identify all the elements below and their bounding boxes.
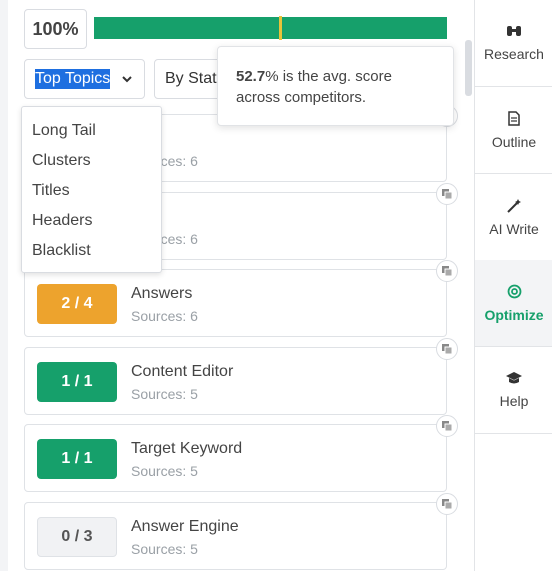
copy-button[interactable] xyxy=(436,338,458,360)
menu-item-long-tail[interactable]: Long Tail xyxy=(22,116,161,146)
target-icon xyxy=(507,284,521,298)
topic-card[interactable]: 1 / 1 Target Keyword Sources: 5 xyxy=(24,415,458,492)
copy-button[interactable] xyxy=(436,260,458,282)
topic-sources: Sources: 5 xyxy=(131,386,198,402)
sidebar-item-ai-write[interactable]: AI Write xyxy=(475,174,552,261)
topic-card[interactable]: 0 / 3 Answer Engine Sources: 5 xyxy=(24,493,458,570)
menu-item-blacklist[interactable]: Blacklist xyxy=(22,236,161,266)
menu-item-clusters[interactable]: Clusters xyxy=(22,146,161,176)
topic-sources: Sources: 6 xyxy=(131,308,198,324)
editor-panel: 100% Top Topics By Status c Sources: 6 r… xyxy=(0,0,474,571)
copy-icon xyxy=(442,344,453,355)
score-badge: 2 / 4 xyxy=(37,284,117,324)
topic-card[interactable]: 2 / 4 Answers Sources: 6 xyxy=(24,260,458,337)
topic-title: Answer Engine xyxy=(131,518,239,535)
competitor-avg-marker[interactable] xyxy=(278,16,282,40)
topic-title: Content Editor xyxy=(131,363,234,380)
tooltip-value: 52.7 xyxy=(236,68,266,85)
score-display: 100% xyxy=(24,9,87,49)
menu-item-headers[interactable]: Headers xyxy=(22,206,161,236)
panel-gutter xyxy=(0,0,8,571)
sidebar-item-optimize[interactable]: Optimize xyxy=(475,260,552,347)
sidebar-item-help[interactable]: Help xyxy=(475,347,552,434)
copy-button[interactable] xyxy=(436,183,458,205)
score-badge: 1 / 1 xyxy=(37,439,117,479)
chevron-down-icon xyxy=(122,76,132,83)
copy-icon xyxy=(442,499,453,510)
sidebar-item-label: Optimize xyxy=(484,306,544,323)
topic-sources: Sources: 5 xyxy=(131,541,198,557)
competitor-avg-tooltip: 52.7% is the avg. score across competito… xyxy=(217,46,454,126)
score-badge: 0 / 3 xyxy=(37,517,117,557)
topic-card[interactable]: 1 / 1 Content Editor Sources: 5 xyxy=(24,338,458,415)
sidebar-item-label: Help xyxy=(499,393,529,409)
topics-filter-dropdown[interactable]: Top Topics xyxy=(24,59,145,99)
topics-filter-value: Top Topics xyxy=(35,69,111,89)
copy-icon xyxy=(442,421,453,432)
copy-button[interactable] xyxy=(436,493,458,515)
copy-icon xyxy=(442,266,453,277)
score-badge: 1 / 1 xyxy=(37,362,117,402)
sidebar-item-label: Outline xyxy=(491,133,537,150)
copy-button[interactable] xyxy=(436,415,458,437)
binoculars-icon xyxy=(507,26,521,36)
document-icon xyxy=(508,110,520,126)
copy-icon xyxy=(442,189,453,200)
menu-item-titles[interactable]: Titles xyxy=(22,176,161,206)
sidebar-item-outline[interactable]: Outline xyxy=(475,87,552,174)
topic-sources: Sources: 5 xyxy=(131,463,198,479)
sidebar-item-research[interactable]: Research xyxy=(475,0,552,87)
sidebar-item-label: AI Write xyxy=(489,220,539,237)
topic-title: Target Keyword xyxy=(131,440,243,457)
topics-dropdown-menu: Long Tail Clusters Titles Headers Blackl… xyxy=(21,106,162,273)
magic-wand-icon xyxy=(507,198,521,213)
sidebar-item-label: Research xyxy=(484,46,544,62)
scrollbar[interactable] xyxy=(465,40,472,96)
score-progress-bar xyxy=(94,16,447,40)
topic-title: Answers xyxy=(131,285,193,302)
right-sidebar: Research Outline AI Write Optimize Help xyxy=(474,0,552,571)
graduation-cap-icon xyxy=(506,372,522,384)
